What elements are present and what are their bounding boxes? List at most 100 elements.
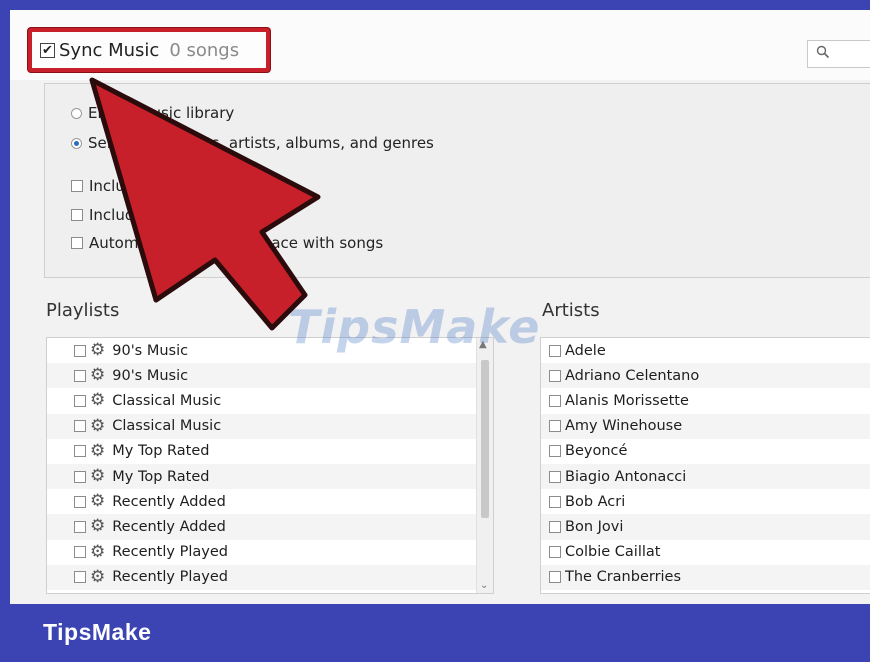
option-label: Automatically fill free space with songs bbox=[89, 234, 384, 252]
list-item[interactable]: ⚙ Recently Played bbox=[47, 540, 493, 565]
option-entire-library[interactable]: Entire music library bbox=[71, 104, 234, 122]
sync-music-label[interactable]: Sync Music bbox=[59, 40, 159, 61]
item-checkbox[interactable] bbox=[74, 394, 86, 407]
item-checkbox[interactable] bbox=[74, 344, 86, 357]
gear-icon: ⚙ bbox=[90, 340, 106, 361]
list-item[interactable]: ⚙ Recently Played bbox=[47, 564, 493, 590]
list-item[interactable]: Bob Acri bbox=[541, 489, 870, 514]
chevron-down-icon[interactable]: ⌄ bbox=[480, 580, 488, 591]
item-checkbox[interactable] bbox=[74, 571, 86, 584]
list-item[interactable]: Adriano Celentano bbox=[541, 363, 870, 389]
item-checkbox[interactable] bbox=[74, 470, 86, 483]
item-checkbox[interactable] bbox=[549, 420, 561, 433]
item-label: Recently Added bbox=[112, 493, 226, 510]
item-checkbox[interactable] bbox=[549, 546, 561, 559]
item-label: The Cranberries bbox=[565, 569, 682, 586]
item-label: Recently Added bbox=[112, 518, 226, 535]
option-label: Include music videos bbox=[89, 177, 247, 195]
option-selected-items[interactable]: Selected playlists, artists, albums, and… bbox=[71, 134, 434, 152]
item-checkbox[interactable] bbox=[549, 520, 561, 533]
list-item[interactable]: ⚙ 90's Music bbox=[47, 338, 493, 363]
autofill-checkbox[interactable] bbox=[71, 237, 83, 249]
option-include-voice-memos[interactable]: Include voice memos bbox=[71, 206, 248, 224]
gear-icon: ⚙ bbox=[90, 440, 106, 461]
gear-icon: ⚙ bbox=[90, 390, 106, 411]
item-label: My Top Rated bbox=[112, 443, 210, 460]
list-item[interactable]: Adele bbox=[541, 338, 870, 363]
item-checkbox[interactable] bbox=[74, 420, 86, 433]
search-icon bbox=[816, 45, 830, 59]
list-item[interactable]: ⚙ My Top Rated bbox=[47, 463, 493, 490]
option-label: Entire music library bbox=[88, 104, 235, 122]
item-checkbox[interactable] bbox=[549, 369, 561, 382]
item-label: Classical Music bbox=[112, 418, 222, 435]
footer-brand: TipsMake bbox=[43, 619, 152, 645]
gear-icon: ⚙ bbox=[90, 566, 106, 587]
list-item[interactable]: ⚙ My Top Rated bbox=[47, 439, 493, 464]
gear-icon: ⚙ bbox=[90, 541, 106, 562]
item-label: Adriano Celentano bbox=[565, 367, 700, 384]
playlists-list[interactable]: ⚙ 90's Music ⚙ 90's Music ⚙ Classical Music ⚙ C… bbox=[46, 337, 494, 594]
option-label: Selected playlists, artists, albums, and… bbox=[88, 134, 434, 152]
list-item[interactable]: Bon Jovi bbox=[541, 514, 870, 540]
item-checkbox[interactable] bbox=[549, 344, 561, 357]
list-item[interactable]: ⚙ Recently Added bbox=[47, 489, 493, 514]
item-label: Beyoncé bbox=[565, 443, 628, 460]
item-checkbox[interactable] bbox=[74, 520, 86, 533]
include-videos-checkbox[interactable] bbox=[71, 180, 83, 192]
entire-library-radio[interactable] bbox=[71, 107, 82, 119]
gear-icon: ⚙ bbox=[90, 516, 106, 537]
artists-list[interactable]: Adele Adriano Celentano Alanis Morissette A… bbox=[540, 337, 870, 594]
item-checkbox[interactable] bbox=[74, 445, 86, 458]
gear-icon: ⚙ bbox=[90, 466, 106, 487]
option-autofill[interactable]: Automatically fill free space with songs bbox=[71, 234, 383, 252]
item-label: Colbie Caillat bbox=[565, 544, 661, 561]
item-checkbox[interactable] bbox=[74, 495, 86, 508]
list-item[interactable]: ⚙ Recently Added bbox=[47, 514, 493, 540]
selected-items-radio[interactable] bbox=[71, 137, 82, 149]
list-item[interactable]: ⚙ 90's Music bbox=[47, 363, 493, 389]
item-label: 90's Music bbox=[112, 342, 189, 359]
list-item[interactable]: Amy Winehouse bbox=[541, 413, 870, 439]
item-label: Bob Acri bbox=[565, 493, 626, 510]
item-label: Classical Music bbox=[112, 392, 222, 409]
item-checkbox[interactable] bbox=[549, 394, 561, 407]
playlists-scrollbar[interactable]: ▲ ⌄ bbox=[476, 338, 493, 593]
item-checkbox[interactable] bbox=[549, 445, 561, 458]
gear-icon: ⚙ bbox=[90, 415, 106, 436]
list-item[interactable]: ⚙ Classical Music bbox=[47, 388, 493, 413]
search-field[interactable] bbox=[807, 40, 870, 68]
include-voice-memos-checkbox[interactable] bbox=[71, 209, 83, 221]
item-label: 90's Music bbox=[112, 367, 189, 384]
song-count: 0 songs bbox=[169, 39, 240, 61]
playlists-title: Playlists bbox=[46, 300, 120, 321]
item-label: My Top Rated bbox=[112, 468, 210, 485]
option-include-videos[interactable]: Include music videos bbox=[71, 177, 246, 195]
gear-icon: ⚙ bbox=[90, 491, 106, 512]
item-checkbox[interactable] bbox=[74, 369, 86, 382]
gear-icon: ⚙ bbox=[90, 365, 106, 386]
list-item[interactable]: Biagio Antonacci bbox=[541, 463, 870, 490]
option-label: Include voice memos bbox=[89, 206, 249, 224]
chevron-up-icon[interactable]: ▲ bbox=[479, 339, 487, 350]
sync-music-panel: ✔ Sync Music 0 songs Entire music librar… bbox=[10, 10, 870, 604]
list-item[interactable]: The Cranberries bbox=[541, 564, 870, 590]
list-item[interactable]: Beyoncé bbox=[541, 439, 870, 464]
item-label: Adele bbox=[565, 342, 606, 359]
item-checkbox[interactable] bbox=[74, 546, 86, 559]
scroll-thumb[interactable] bbox=[481, 360, 489, 518]
item-checkbox[interactable] bbox=[549, 571, 561, 584]
sync-options-panel: Entire music library Selected playlists,… bbox=[44, 83, 870, 278]
list-item[interactable]: Colbie Caillat bbox=[541, 540, 870, 565]
sync-music-highlight: ✔ Sync Music 0 songs bbox=[28, 28, 270, 72]
item-label: Recently Played bbox=[112, 544, 228, 561]
list-item[interactable]: Alanis Morissette bbox=[541, 388, 870, 413]
list-item[interactable]: ⚙ Classical Music bbox=[47, 413, 493, 439]
sync-music-checkbox[interactable]: ✔ bbox=[40, 42, 55, 58]
item-label: Amy Winehouse bbox=[565, 418, 683, 435]
item-label: Alanis Morissette bbox=[565, 392, 689, 409]
artists-title: Artists bbox=[542, 300, 600, 321]
item-label: Biagio Antonacci bbox=[565, 468, 687, 485]
item-checkbox[interactable] bbox=[549, 495, 561, 508]
item-checkbox[interactable] bbox=[549, 470, 561, 483]
